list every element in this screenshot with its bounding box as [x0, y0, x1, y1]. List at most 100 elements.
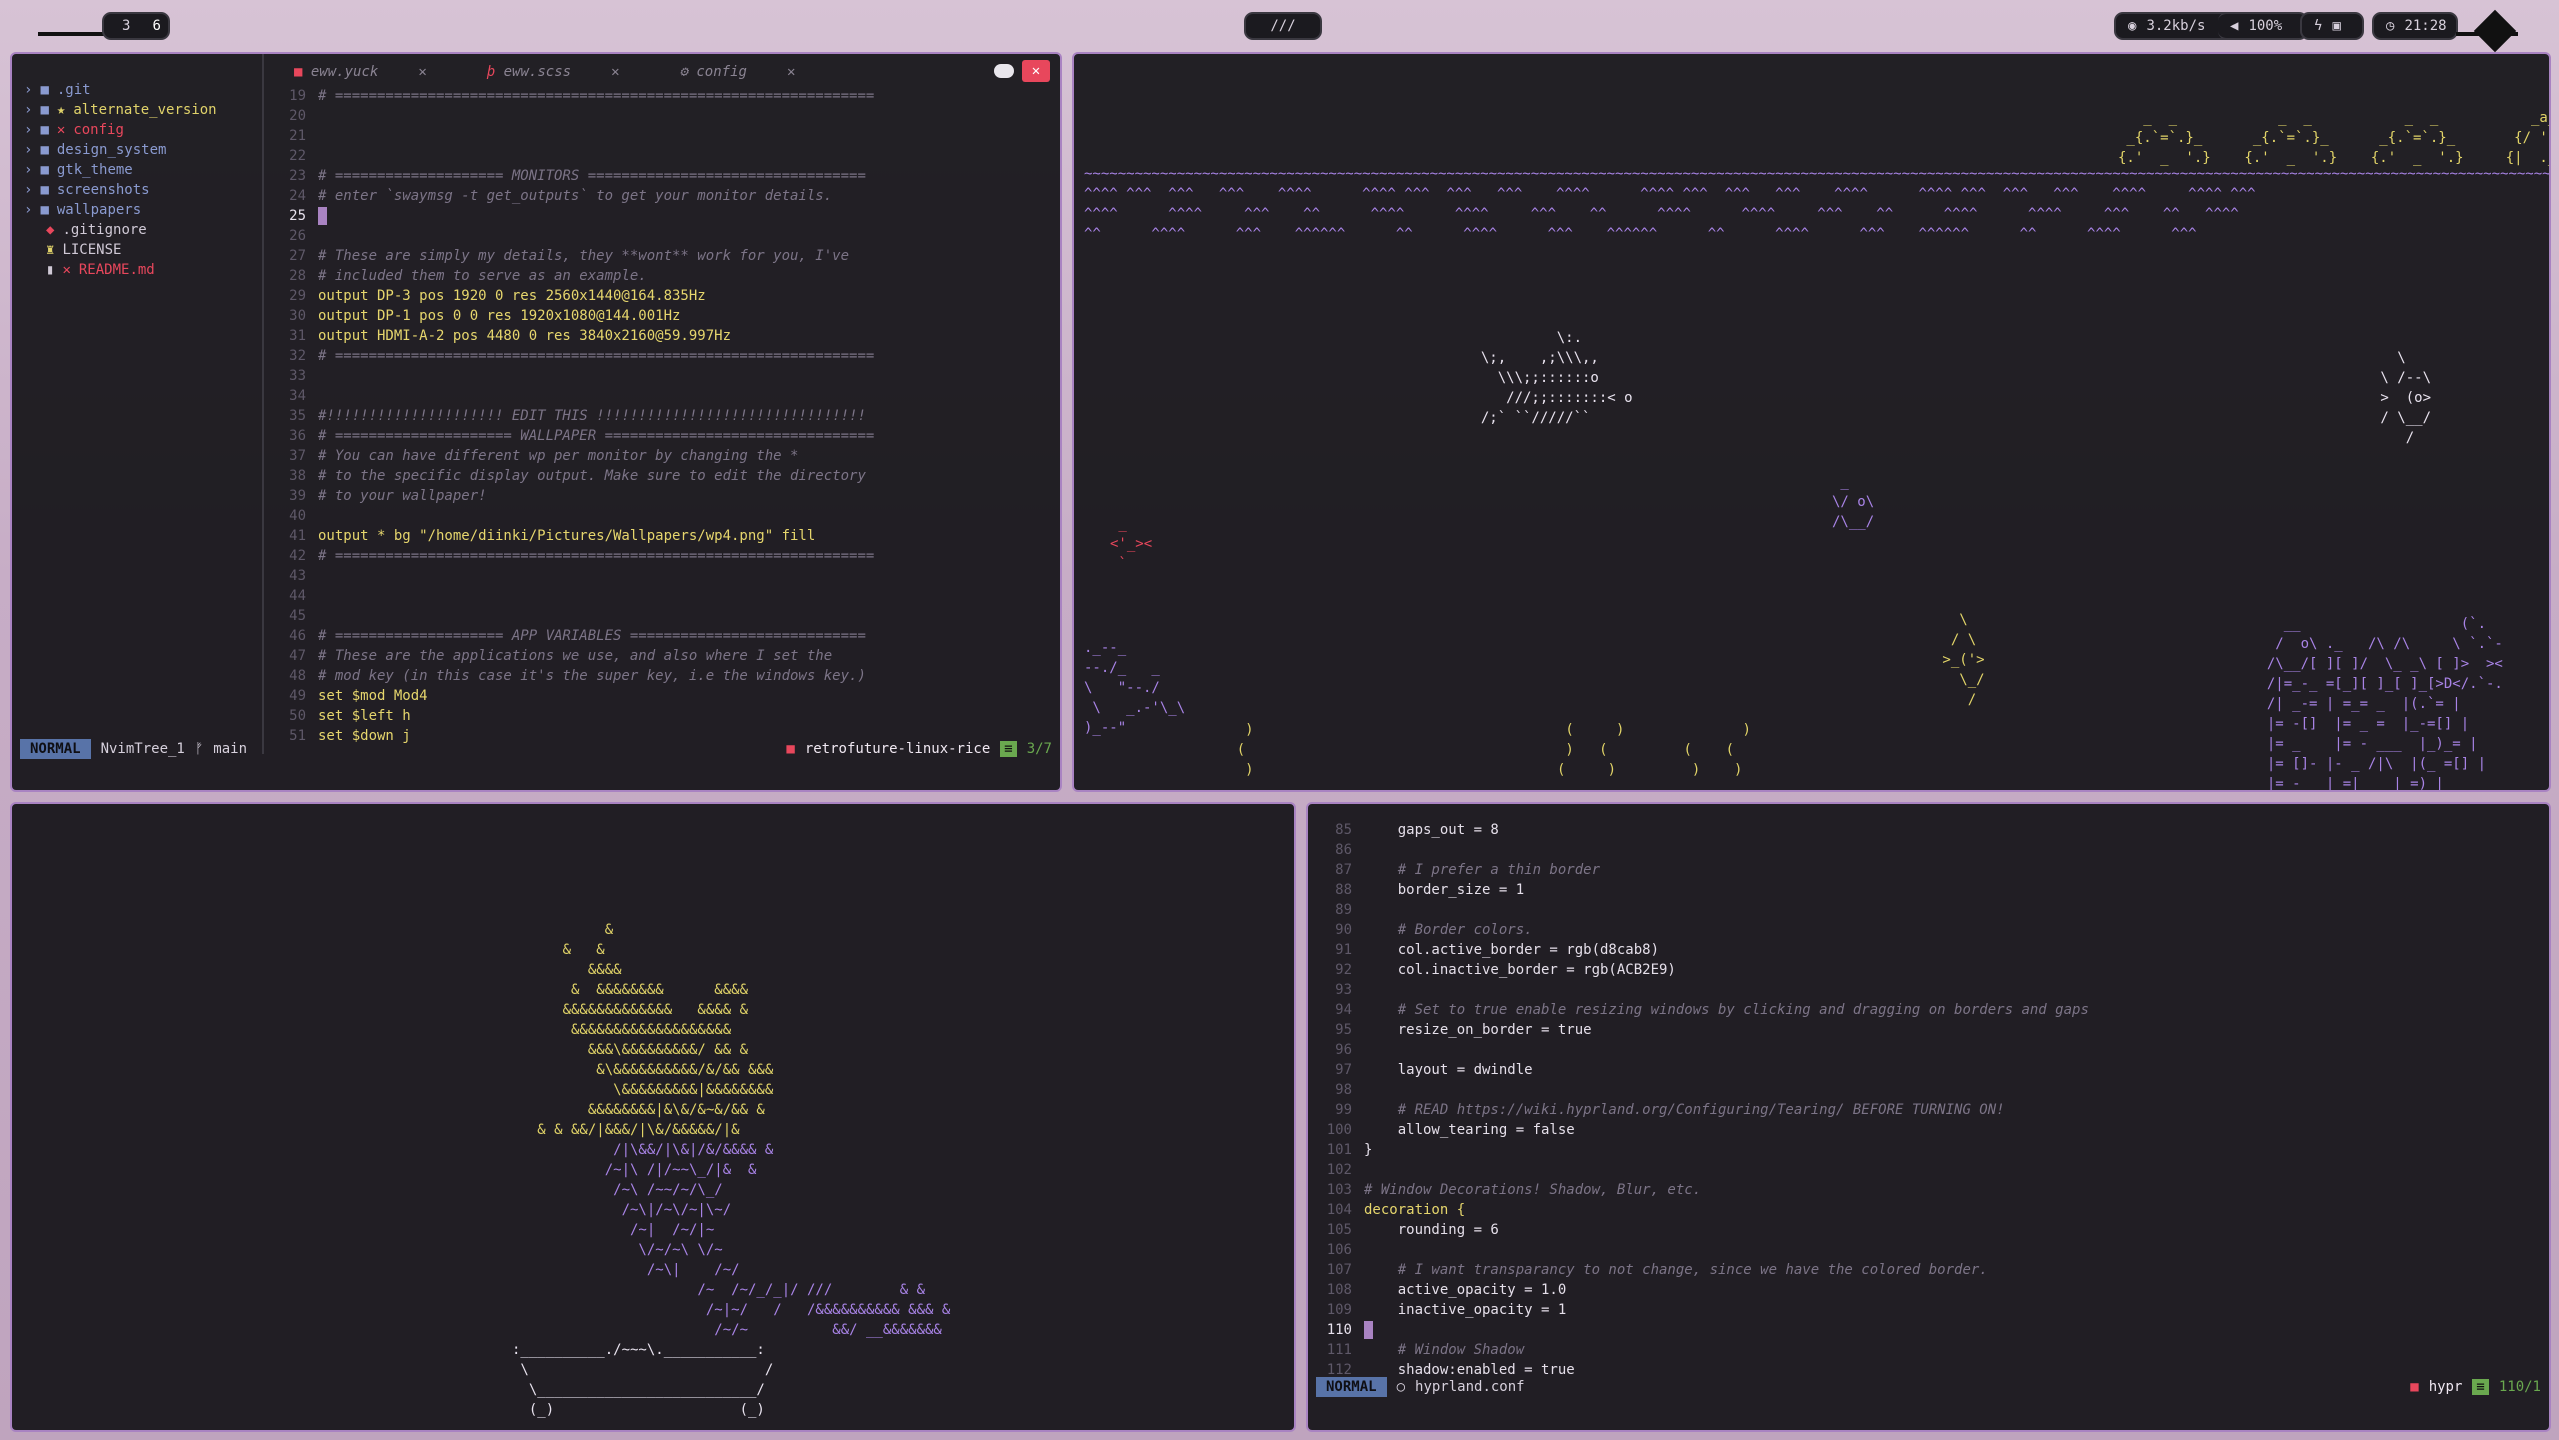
code-line[interactable]: 46 # ==================== APP VARIABLES =…	[270, 626, 1050, 646]
code-editor[interactable]: 19 # ====================================…	[270, 86, 1050, 746]
volume-pill[interactable]: ◀ 100%	[2218, 12, 2308, 40]
code-line[interactable]: 106	[1316, 1240, 2536, 1260]
nvim-window-top-left[interactable]: › ■ .git › ■ ★ alternate_version › ■ ✕ config › ■…	[10, 52, 1062, 792]
code-line[interactable]: 43	[270, 566, 1050, 586]
code-line[interactable]: 29 output DP-3 pos 1920 0 res 2560x1440@1…	[270, 286, 1050, 306]
toggle-icon[interactable]	[994, 64, 1014, 78]
tree-item-alternate[interactable]: › ■ ★ alternate_version	[24, 100, 264, 120]
tree-item-design[interactable]: › ■ design_system	[24, 140, 264, 160]
code-line[interactable]: 92 col.inactive_border = rgb(ACB2E9)	[1316, 960, 2536, 980]
code-line[interactable]: 47 # These are the applications we use, a…	[270, 646, 1050, 666]
code-line[interactable]: 108 active_opacity = 1.0	[1316, 1280, 2536, 1300]
code-line[interactable]: 44	[270, 586, 1050, 606]
code-line[interactable]: 102	[1316, 1160, 2536, 1180]
code-line[interactable]: 85 gaps_out = 8	[1316, 820, 2536, 840]
code-line[interactable]: 95 resize_on_border = true	[1316, 1020, 2536, 1040]
code-line[interactable]: 110	[1316, 1320, 2536, 1340]
workspace-6[interactable]: 6	[146, 18, 166, 34]
tab-eww-yuck[interactable]: ■ eww.yuck ✕	[294, 64, 427, 80]
aquarium-window[interactable]: ~~~~~~~~~~~~~~~~~~~~~~~~~~~~~~~~~~~~~~~~…	[1072, 52, 2551, 792]
code-line[interactable]: 101}	[1316, 1140, 2536, 1160]
code-line[interactable]: 48 # mod key (in this case it's the super…	[270, 666, 1050, 686]
code-line[interactable]: 38 # to the specific display output. Make…	[270, 466, 1050, 486]
code-line[interactable]: 34	[270, 386, 1050, 406]
code-line[interactable]: 40	[270, 506, 1050, 526]
code-line[interactable]: 19 # ====================================…	[270, 86, 1050, 106]
ascii-castle: __ (`. / o\ ._ /\ /\ \ `.`- /\__/[ ][ ]/…	[2266, 616, 2503, 792]
code-line[interactable]: 27 # These are simply my details, they **…	[270, 246, 1050, 266]
close-icon[interactable]: ✕	[418, 64, 426, 80]
tree-item-screenshots[interactable]: › ■ screenshots	[24, 180, 264, 200]
code-line[interactable]: 90 # Border colors.	[1316, 920, 2536, 940]
code-line[interactable]: 107 # I want transparancy to not change,…	[1316, 1260, 2536, 1280]
tree-item-gtk[interactable]: › ■ gtk_theme	[24, 160, 264, 180]
code-line[interactable]: 41 output * bg "/home/diinki/Pictures/Wal…	[270, 526, 1050, 546]
code-line[interactable]: 97 layout = dwindle	[1316, 1060, 2536, 1080]
code-line[interactable]: 36 # ===================== WALLPAPER ====…	[270, 426, 1050, 446]
code-line[interactable]: 23 # ==================== MONITORS ======…	[270, 166, 1050, 186]
code-line[interactable]: 88 border_size = 1	[1316, 880, 2536, 900]
close-window-button[interactable]: ✕	[1022, 60, 1050, 82]
code-line[interactable]: 103 # Window Decorations! Shadow, Blur, e…	[1316, 1180, 2536, 1200]
code-line[interactable]: 20	[270, 106, 1050, 126]
nvim-window-bottom-right[interactable]: 85 gaps_out = 8 86 87 # I prefer a thin bo…	[1306, 802, 2551, 1432]
tree-item-git[interactable]: › ■ .git	[24, 80, 264, 100]
code-line[interactable]: 109 inactive_opacity = 1	[1316, 1300, 2536, 1320]
code-line[interactable]: 35 #!!!!!!!!!!!!!!!!!!!!! EDIT THIS !!!!!…	[270, 406, 1050, 426]
tree-item-readme[interactable]: ▮ ✕ README.md	[24, 260, 264, 280]
code-line[interactable]: 45	[270, 606, 1050, 626]
code-line[interactable]: 91 col.active_border = rgb(d8cab8)	[1316, 940, 2536, 960]
code-line[interactable]: 31 output HDMI-A-2 pos 4480 0 res 3840x21…	[270, 326, 1050, 346]
code-line[interactable]: 22	[270, 146, 1050, 166]
code-line[interactable]: 50 set $left h	[270, 706, 1050, 726]
code-line[interactable]: 28 # included them to serve as an example…	[270, 266, 1050, 286]
screen-icon[interactable]: ▣	[2332, 18, 2340, 34]
tree-item-wallpapers[interactable]: › ■ wallpapers	[24, 200, 264, 220]
code-line[interactable]: 26	[270, 226, 1050, 246]
code-line[interactable]: 33	[270, 366, 1050, 386]
bluetooth-icon[interactable]: ϟ	[2314, 18, 2322, 34]
tree-label: README.md	[78, 262, 155, 278]
tree-item-config[interactable]: › ■ ✕ config	[24, 120, 264, 140]
tab-config[interactable]: ⚙ config ✕	[680, 64, 796, 80]
workspace-3[interactable]: 3	[116, 18, 136, 34]
close-icon[interactable]: ✕	[787, 64, 795, 80]
line-text: # Window Decorations! Shadow, Blur, etc.	[1364, 1182, 1702, 1198]
close-icon[interactable]: ✕	[611, 64, 619, 80]
code-line[interactable]: 24 # enter `swaymsg -t get_outputs` to ge…	[270, 186, 1050, 206]
chevron-right-icon: ›	[24, 182, 33, 198]
code-line[interactable]: 105 rounding = 6	[1316, 1220, 2536, 1240]
center-pill[interactable]: ///	[1244, 12, 1322, 40]
tray-pill[interactable]: ϟ ▣	[2300, 12, 2364, 40]
tab-eww-scss[interactable]: ϸ eww.scss ✕	[487, 64, 620, 80]
code-line[interactable]: 98	[1316, 1080, 2536, 1100]
code-line[interactable]: 86	[1316, 840, 2536, 860]
code-line[interactable]: 32 # ====================================…	[270, 346, 1050, 366]
tree-item-license[interactable]: ♜ LICENSE	[24, 240, 264, 260]
code-line[interactable]: 99 # READ https://wiki.hyprland.org/Conf…	[1316, 1100, 2536, 1120]
code-line[interactable]: 39 # to your wallpaper!	[270, 486, 1050, 506]
code-line[interactable]: 30 output DP-1 pos 0 0 res 1920x1080@144.…	[270, 306, 1050, 326]
tree-item-gitignore[interactable]: ◆ .gitignore	[24, 220, 264, 240]
code-line[interactable]: 25	[270, 206, 1050, 226]
bonsai-window[interactable]: & & & &&&& & &&&&&&&& &&&& &&&&&&&&&&&&&…	[10, 802, 1296, 1432]
code-line[interactable]: 94 # Set to true enable resizing windows…	[1316, 1000, 2536, 1020]
chevron-right-icon: ›	[24, 162, 33, 178]
code-line[interactable]: 21	[270, 126, 1050, 146]
code-line[interactable]: 104 decoration {	[1316, 1200, 2536, 1220]
code-line[interactable]: 96	[1316, 1040, 2536, 1060]
clock-pill[interactable]: ◷ 21:28	[2372, 12, 2458, 40]
line-text: resize_on_border = true	[1364, 1022, 1592, 1038]
code-line[interactable]: 37 # You can have different wp per monito…	[270, 446, 1050, 466]
code-line[interactable]: 100 allow_tearing = false	[1316, 1120, 2536, 1140]
chevron-right-icon: ›	[24, 82, 33, 98]
code-line[interactable]: 87 # I prefer a thin border	[1316, 860, 2536, 880]
line-number: 33	[289, 368, 306, 384]
code-line[interactable]: 49 set $mod Mod4	[270, 686, 1050, 706]
code-line[interactable]: 93	[1316, 980, 2536, 1000]
line-number: 37	[289, 448, 306, 464]
code-line[interactable]: 42 # ====================================…	[270, 546, 1050, 566]
code-line[interactable]: 89	[1316, 900, 2536, 920]
code-line[interactable]: 111 # Window Shadow	[1316, 1340, 2536, 1360]
code-editor[interactable]: 85 gaps_out = 8 86 87 # I prefer a thin bo…	[1316, 820, 2536, 1390]
